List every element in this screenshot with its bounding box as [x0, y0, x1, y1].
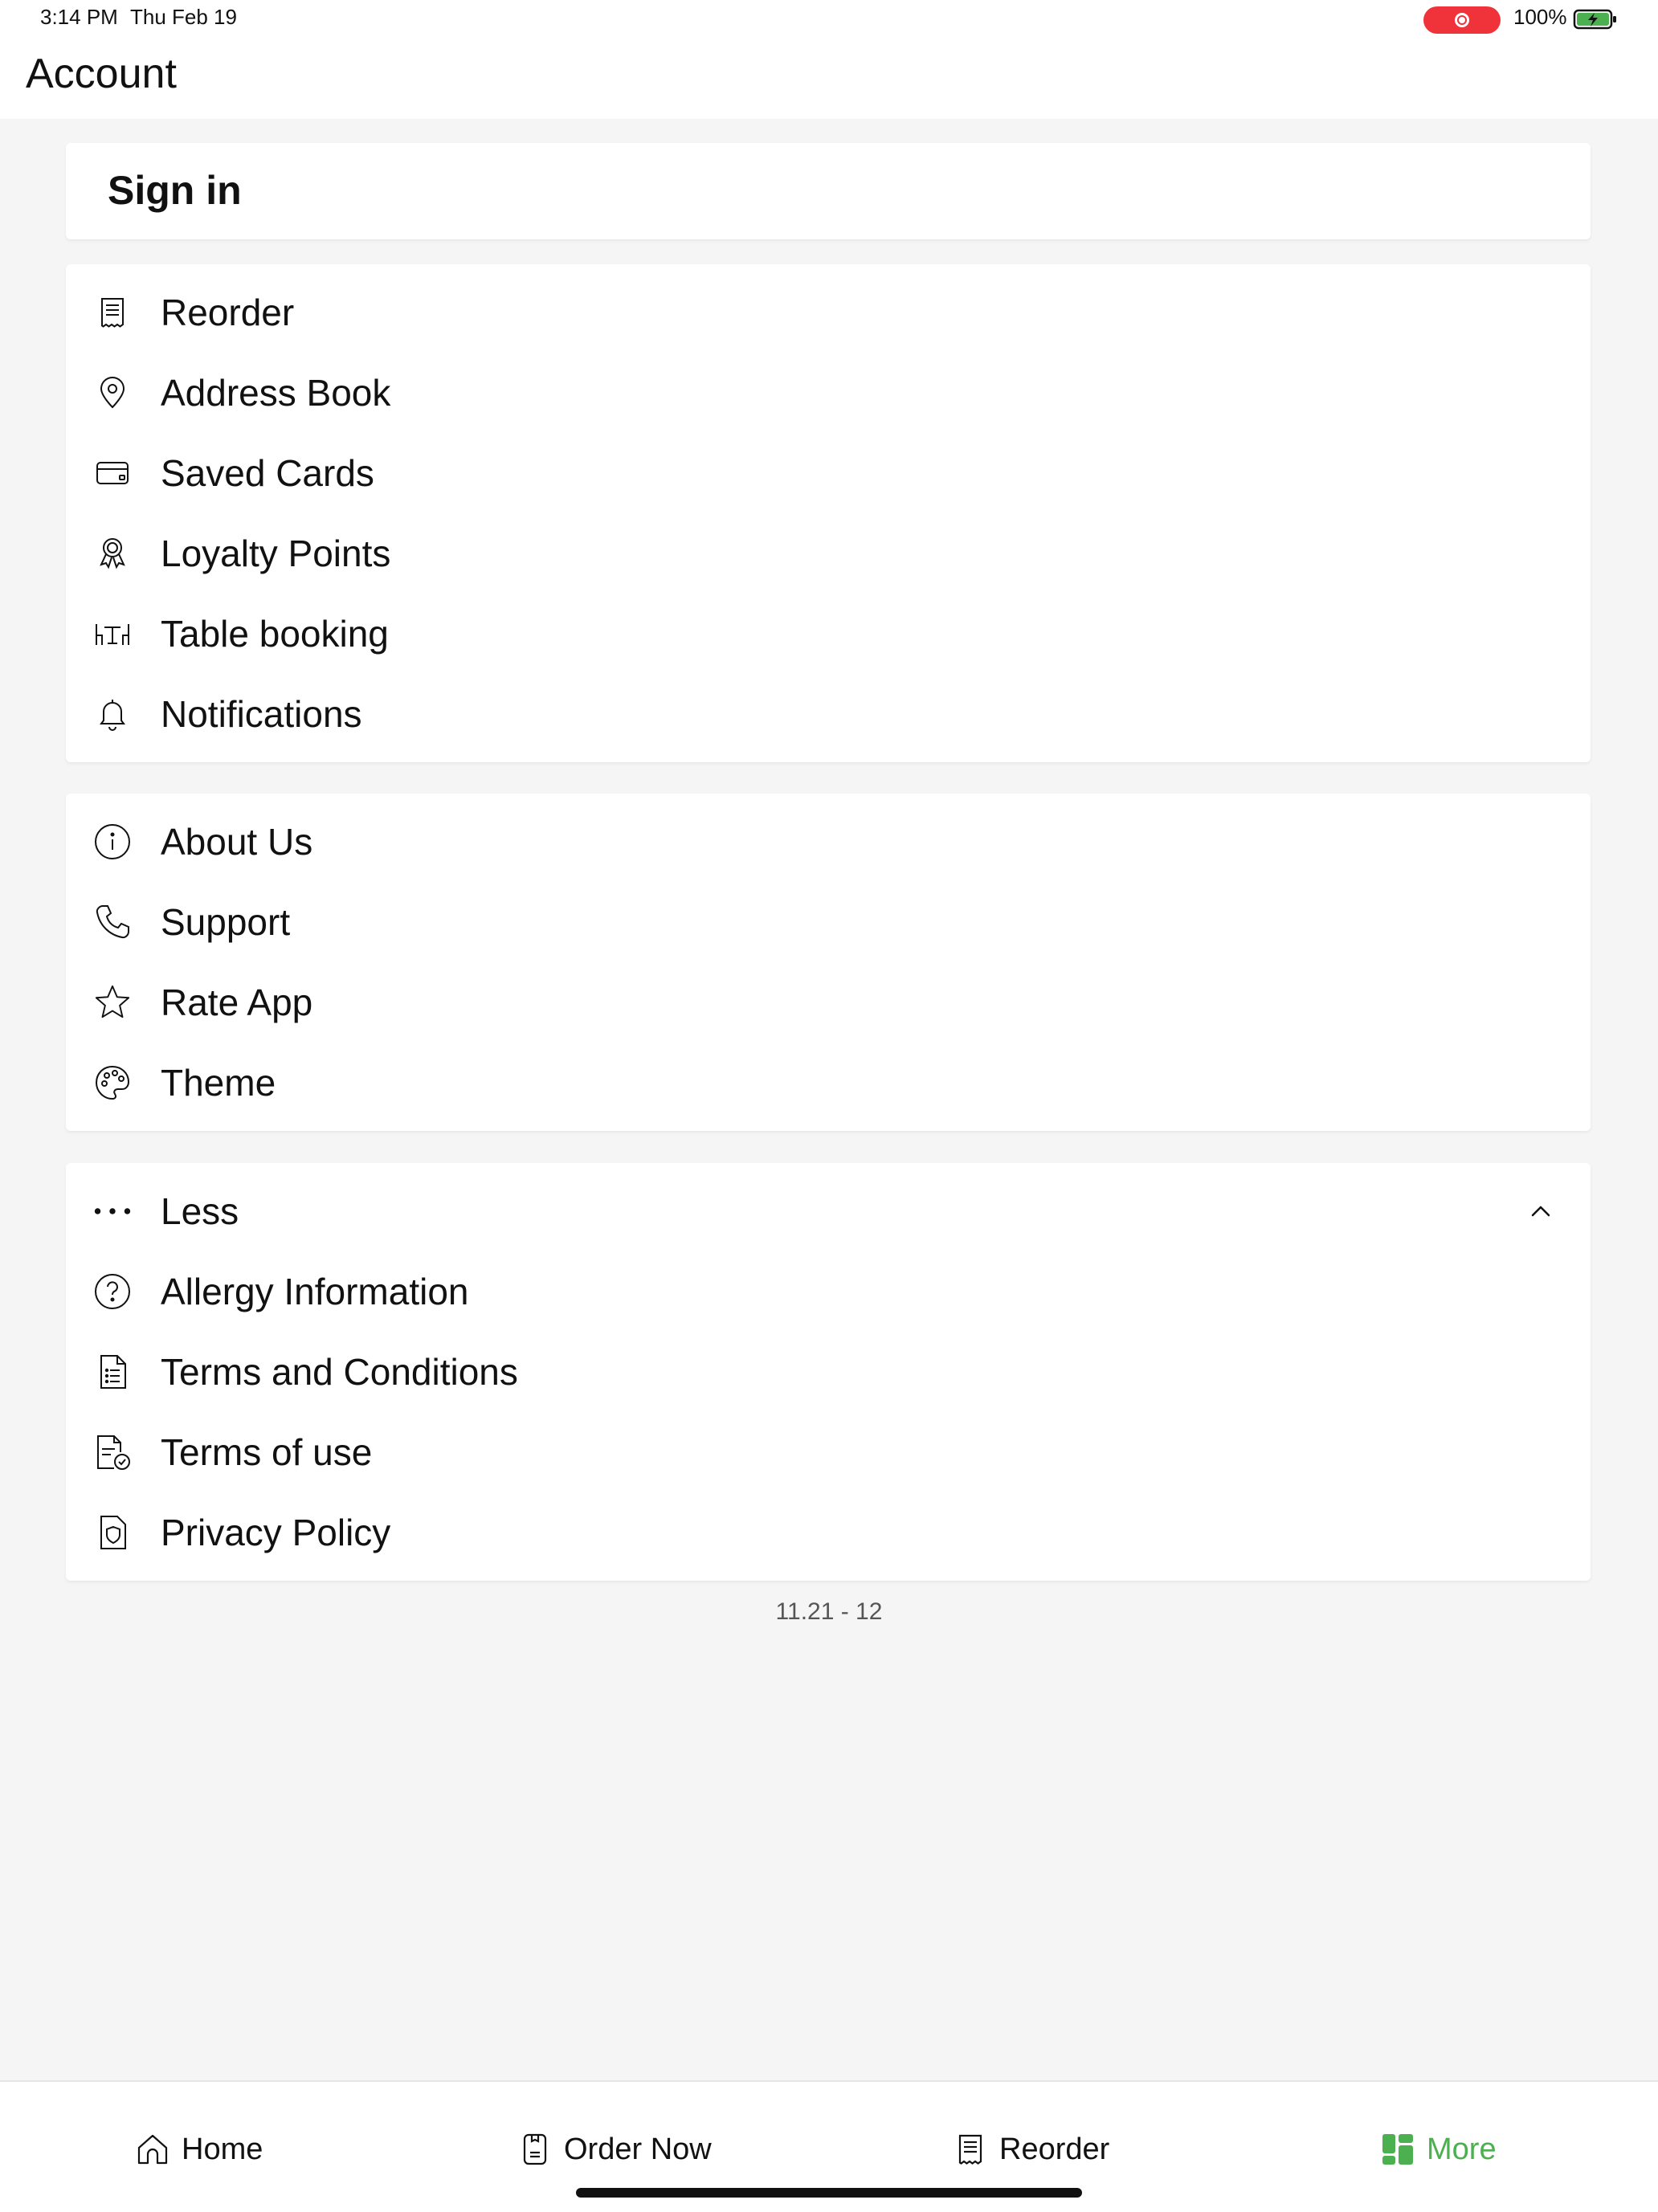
- menu-item-label: Address Book: [161, 372, 391, 414]
- phone-icon: [93, 903, 132, 941]
- table-chairs-icon: [93, 614, 132, 653]
- less-label: Less: [161, 1190, 239, 1232]
- order-icon: [523, 2133, 547, 2165]
- map-pin-icon: [93, 373, 132, 412]
- home-indicator[interactable]: [576, 2188, 1082, 2198]
- award-ribbon-icon: [93, 534, 132, 573]
- menu-item-terms-of-use[interactable]: Terms of use: [66, 1412, 1591, 1492]
- star-icon: [93, 983, 132, 1022]
- battery-percent: 100%: [1513, 5, 1567, 29]
- menu-item-about-us[interactable]: About Us: [66, 802, 1591, 882]
- menu-item-label: Saved Cards: [161, 452, 374, 494]
- sign-in-button[interactable]: Sign in: [66, 143, 1591, 239]
- menu-item-rate-app[interactable]: Rate App: [66, 962, 1591, 1043]
- chevron-up-icon: [1531, 1206, 1550, 1217]
- screen-recording-indicator[interactable]: [1423, 6, 1501, 34]
- menu-item-support[interactable]: Support: [66, 882, 1591, 962]
- receipt-icon: [93, 293, 132, 332]
- menu-item-label: About Us: [161, 821, 313, 863]
- question-circle-icon: [93, 1272, 132, 1311]
- document-list-icon: [93, 1353, 132, 1391]
- info-menu-card: About Us Support Rate App Theme: [66, 794, 1591, 1131]
- tab-reorder[interactable]: Reorder: [953, 2127, 1109, 2172]
- sign-in-label: Sign in: [108, 168, 242, 213]
- menu-item-saved-cards[interactable]: Saved Cards: [66, 433, 1591, 513]
- receipt-icon: [958, 2134, 982, 2165]
- less-toggle[interactable]: Less: [66, 1171, 1591, 1251]
- menu-item-label: Support: [161, 901, 291, 943]
- menu-item-terms-and-conditions[interactable]: Terms and Conditions: [66, 1332, 1591, 1412]
- tab-label: More: [1427, 2132, 1497, 2166]
- bell-icon: [93, 695, 132, 733]
- menu-item-label: Terms and Conditions: [161, 1351, 518, 1393]
- menu-item-theme[interactable]: Theme: [66, 1043, 1591, 1123]
- record-icon: [1455, 13, 1469, 27]
- credit-card-icon: [93, 454, 132, 492]
- menu-item-label: Reorder: [161, 292, 295, 333]
- document-check-icon: [93, 1433, 132, 1471]
- menu-item-label: Table booking: [161, 613, 389, 655]
- account-menu-card: Reorder Address Book Saved Cards Loyalty…: [66, 264, 1591, 762]
- tab-more[interactable]: More: [1380, 2127, 1497, 2172]
- palette-icon: [93, 1063, 132, 1102]
- menu-item-label: Allergy Information: [161, 1271, 469, 1312]
- menu-item-allergy-information[interactable]: Allergy Information: [66, 1251, 1591, 1332]
- tab-label: Reorder: [999, 2132, 1110, 2166]
- grid-icon: [1382, 2134, 1413, 2165]
- more-dots-icon: [93, 1192, 132, 1230]
- menu-item-reorder[interactable]: Reorder: [66, 272, 1591, 353]
- menu-item-label: Rate App: [161, 982, 313, 1023]
- tab-label: Home: [182, 2132, 263, 2166]
- menu-item-loyalty-points[interactable]: Loyalty Points: [66, 513, 1591, 594]
- page-title: Account: [26, 51, 177, 97]
- more-menu-card: Less Allergy Information Terms and Condi…: [66, 1163, 1591, 1581]
- menu-item-label: Terms of use: [161, 1431, 373, 1473]
- status-date: Thu Feb 19: [130, 5, 237, 29]
- menu-item-label: Loyalty Points: [161, 533, 391, 574]
- tab-order-now[interactable]: Order Now: [517, 2127, 712, 2172]
- shield-document-icon: [93, 1513, 132, 1552]
- menu-item-table-booking[interactable]: Table booking: [66, 594, 1591, 674]
- menu-item-label: Theme: [161, 1062, 276, 1104]
- menu-item-label: Notifications: [161, 693, 362, 735]
- battery-icon: [1573, 9, 1616, 30]
- tab-home[interactable]: Home: [135, 2127, 263, 2172]
- menu-item-privacy-policy[interactable]: Privacy Policy: [66, 1492, 1591, 1573]
- home-icon: [137, 2134, 168, 2165]
- app-version: 11.21 - 12: [775, 1598, 883, 1625]
- status-time: 3:14 PM: [40, 5, 118, 29]
- tab-label: Order Now: [564, 2132, 712, 2166]
- menu-item-notifications[interactable]: Notifications: [66, 674, 1591, 754]
- info-circle-icon: [93, 822, 132, 861]
- top-bar: 3:14 PM Thu Feb 19 100% Account: [0, 0, 1658, 119]
- menu-item-label: Privacy Policy: [161, 1512, 391, 1553]
- menu-item-address-book[interactable]: Address Book: [66, 353, 1591, 433]
